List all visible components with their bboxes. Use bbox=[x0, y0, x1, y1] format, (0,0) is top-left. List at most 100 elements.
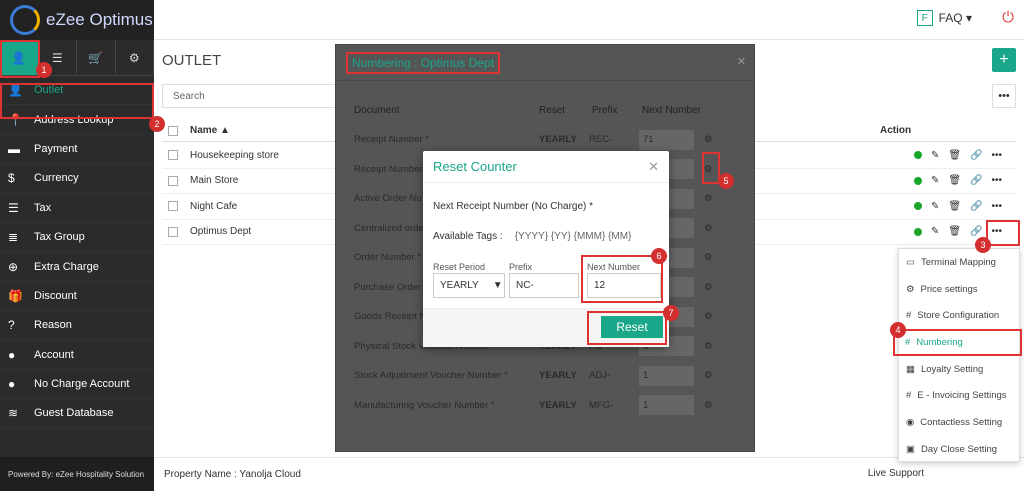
step-marker: 2 bbox=[149, 116, 165, 132]
sidebar-item[interactable]: $ Currency bbox=[0, 164, 154, 194]
gear-icon[interactable]: ⚙ bbox=[704, 282, 713, 293]
edit-icon[interactable]: ✎ bbox=[931, 150, 939, 161]
menu-item[interactable]: ▦ Loyalty Setting bbox=[899, 356, 1019, 383]
numbering-row: Receipt Number * YEARLY REC- 71 ⚙ bbox=[354, 125, 736, 154]
reset-value[interactable]: YEARLY bbox=[539, 370, 589, 381]
status-dot-icon bbox=[914, 227, 922, 236]
next-number-value[interactable]: 1 bbox=[639, 395, 694, 415]
link-icon[interactable]: 🔗 bbox=[970, 226, 982, 237]
live-support-link[interactable]: Live Support bbox=[868, 468, 924, 479]
link-icon[interactable]: 🔗 bbox=[970, 150, 982, 161]
more-icon[interactable]: ••• bbox=[992, 150, 1003, 161]
row-checkbox[interactable] bbox=[168, 150, 178, 161]
menu-item-icon: # bbox=[906, 310, 912, 322]
search-input[interactable]: Search bbox=[162, 84, 337, 108]
tab-gear-icon[interactable]: ⚙ bbox=[116, 40, 154, 75]
gear-icon[interactable]: ⚙ bbox=[704, 370, 713, 381]
add-button[interactable]: + bbox=[992, 48, 1016, 72]
select-all-checkbox[interactable] bbox=[168, 125, 178, 136]
delete-icon[interactable]: 🗑 bbox=[948, 201, 961, 212]
reset-value[interactable]: YEARLY bbox=[539, 400, 589, 411]
row-actions: ✎ 🗑 🔗 ••• bbox=[914, 201, 1002, 212]
row-checkbox[interactable] bbox=[168, 175, 178, 186]
row-name: Night Cafe bbox=[190, 200, 238, 212]
edit-icon[interactable]: ✎ bbox=[931, 226, 939, 237]
dollar-icon: $ bbox=[8, 171, 15, 186]
menu-item[interactable]: # Numbering bbox=[893, 329, 1022, 356]
more-icon[interactable]: ••• bbox=[992, 201, 1003, 212]
gift-icon: 🎁 bbox=[8, 288, 23, 303]
close-icon[interactable]: ✕ bbox=[737, 55, 746, 68]
menu-item[interactable]: ⚙ Price settings bbox=[899, 276, 1019, 303]
reset-period-select[interactable]: YEARLY ▼ bbox=[433, 273, 505, 298]
menu-item-label: Price settings bbox=[920, 283, 978, 295]
row-checkbox[interactable] bbox=[168, 226, 178, 237]
row-checkbox[interactable] bbox=[168, 201, 178, 212]
prefix-value[interactable]: MFG- bbox=[589, 400, 639, 411]
menu-item-icon: ◉ bbox=[906, 416, 915, 428]
sidebar-item-label: Payment bbox=[34, 142, 78, 155]
col-reset: Reset bbox=[539, 105, 566, 116]
sidebar-item-label: Discount bbox=[34, 289, 77, 302]
gear-icon[interactable]: ⚙ bbox=[704, 193, 713, 204]
property-name: Property Name : Yanolja Cloud bbox=[164, 469, 301, 480]
step-marker: 4 bbox=[890, 322, 906, 338]
close-icon[interactable]: ✕ bbox=[648, 159, 659, 175]
gear-icon[interactable]: ⚙ bbox=[704, 341, 713, 352]
delete-icon[interactable]: 🗑 bbox=[948, 175, 961, 186]
menu-item[interactable]: ▣ Day Close Setting bbox=[899, 436, 1019, 463]
tab-cart-icon[interactable]: 🛒 bbox=[77, 40, 116, 75]
prefix-value[interactable]: ADJ- bbox=[589, 370, 639, 381]
menu-item[interactable]: # Store Configuration bbox=[899, 302, 1019, 329]
menu-item[interactable]: ◉ Contactless Setting bbox=[899, 409, 1019, 436]
link-icon[interactable]: 🔗 bbox=[970, 201, 982, 212]
gear-icon[interactable]: ⚙ bbox=[704, 223, 713, 234]
sidebar-item-label: No Charge Account bbox=[34, 378, 130, 391]
reset-value[interactable]: YEARLY bbox=[539, 134, 589, 145]
delete-icon[interactable]: 🗑 bbox=[948, 226, 961, 237]
highlight-box bbox=[587, 311, 667, 345]
sidebar-item[interactable]: ? Reason bbox=[0, 311, 154, 341]
list-icon: ≣ bbox=[8, 230, 19, 245]
more-icon[interactable]: ••• bbox=[992, 175, 1003, 186]
prefix-value[interactable]: REC- bbox=[589, 134, 639, 145]
prefix-input[interactable]: NC- bbox=[509, 273, 579, 298]
topbar: F FAQ ▾ ⏻ bbox=[154, 0, 1024, 40]
next-number-value[interactable]: 71 bbox=[639, 129, 694, 150]
more-options-button[interactable]: ••• bbox=[992, 84, 1016, 108]
gear-icon[interactable]: ⚙ bbox=[704, 134, 713, 145]
sidebar-item[interactable]: ⊕ Extra Charge bbox=[0, 252, 154, 282]
row-name: Optimus Dept bbox=[190, 226, 252, 238]
col-document: Document bbox=[354, 105, 400, 116]
menu-item-label: Contactless Setting bbox=[920, 416, 1003, 428]
delete-icon[interactable]: 🗑 bbox=[948, 150, 961, 161]
sidebar-item[interactable]: ▬ Payment bbox=[0, 135, 154, 165]
sidebar-item[interactable]: ● No Charge Account bbox=[0, 370, 154, 400]
document-label: Receipt Number * bbox=[354, 134, 429, 145]
col-next-number: Next Number bbox=[642, 105, 701, 116]
link-icon[interactable]: 🔗 bbox=[970, 175, 982, 186]
sidebar-item[interactable]: ≋ Guest Database bbox=[0, 399, 154, 429]
menu-item[interactable]: # E - Invoicing Settings bbox=[899, 382, 1019, 409]
sidebar-item-label: Account bbox=[34, 348, 74, 361]
powered-by: Powered By: eZee Hospitality Solution bbox=[0, 457, 154, 491]
status-dot-icon bbox=[914, 176, 922, 185]
faq-button[interactable]: F FAQ ▾ bbox=[916, 10, 972, 26]
sidebar-item[interactable]: ● Account bbox=[0, 341, 154, 370]
sidebar-item[interactable]: 🎁 Discount bbox=[0, 282, 154, 312]
sidebar-item[interactable]: ☰ Tax bbox=[0, 194, 154, 223]
menu-item[interactable]: ▭ Terminal Mapping bbox=[899, 249, 1019, 276]
gear-icon[interactable]: ⚙ bbox=[704, 400, 713, 411]
sidebar-item[interactable]: ≣ Tax Group bbox=[0, 223, 154, 253]
col-name[interactable]: Name ▲ bbox=[190, 125, 230, 136]
row-actions: ✎ 🗑 🔗 ••• bbox=[914, 150, 1002, 161]
step-marker: 5 bbox=[718, 173, 734, 189]
power-icon[interactable]: ⏻ bbox=[1002, 9, 1014, 26]
person-icon: ● bbox=[8, 347, 16, 362]
gear-icon[interactable]: ⚙ bbox=[704, 252, 713, 263]
menu-item-label: Store Configuration bbox=[917, 310, 1000, 322]
edit-icon[interactable]: ✎ bbox=[931, 175, 939, 186]
next-number-value[interactable]: 1 bbox=[639, 365, 694, 386]
edit-icon[interactable]: ✎ bbox=[931, 201, 939, 212]
gear-icon[interactable]: ⚙ bbox=[704, 311, 713, 322]
